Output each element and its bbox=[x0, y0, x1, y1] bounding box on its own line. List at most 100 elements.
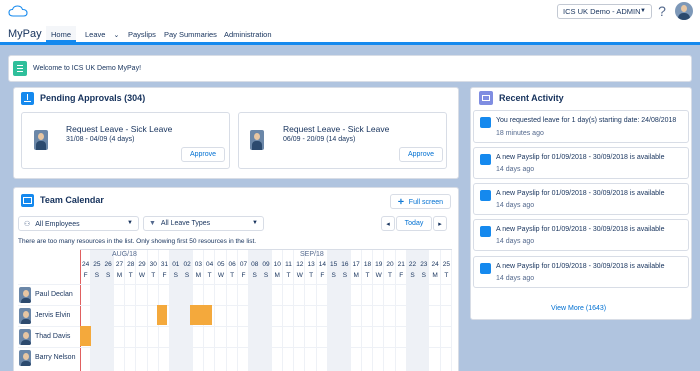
calendar-date: 24 bbox=[82, 261, 90, 268]
employee-avatar bbox=[19, 287, 31, 303]
calendar-weekday: M bbox=[116, 272, 123, 279]
calendar-row: Paul Declan bbox=[18, 284, 452, 305]
activity-time: 14 days ago bbox=[496, 238, 535, 245]
calendar-weekday: M bbox=[195, 272, 202, 279]
approval-title: Request Leave - Sick Leave bbox=[66, 124, 173, 134]
caret-down-icon: ▼ bbox=[127, 220, 133, 226]
activity-text: A new Payslip for 01/09/2018 - 30/09/201… bbox=[496, 226, 665, 233]
help-icon[interactable]: ? bbox=[655, 3, 669, 19]
activity-item[interactable]: A new Payslip for 01/09/2018 - 30/09/201… bbox=[473, 147, 689, 179]
calendar-date: 16 bbox=[341, 261, 349, 268]
fullscreen-button[interactable]: ✛ Full screen bbox=[390, 194, 451, 209]
pending-approvals-title: Pending Approvals (304) bbox=[40, 93, 146, 103]
org-switcher-select[interactable]: ICS UK Demo - ADMIN ▼ bbox=[557, 4, 652, 19]
approval-dates: 06/09 - 20/09 (14 days) bbox=[283, 136, 356, 143]
calendar-date: 04 bbox=[206, 261, 214, 268]
activity-item[interactable]: A new Payslip for 01/09/2018 - 30/09/201… bbox=[473, 219, 689, 251]
leave-block[interactable] bbox=[190, 305, 212, 325]
calendar-weekday: S bbox=[331, 272, 336, 279]
activity-text: A new Payslip for 01/09/2018 - 30/09/201… bbox=[496, 154, 665, 161]
calendar-date: 15 bbox=[330, 261, 338, 268]
calendar-date: 30 bbox=[149, 261, 157, 268]
tab-administration[interactable]: Administration bbox=[219, 26, 277, 42]
calendar-date: 03 bbox=[194, 261, 202, 268]
calendar-date: 14 bbox=[318, 261, 326, 268]
tab-pay-summaries[interactable]: Pay Summaries bbox=[159, 26, 222, 42]
caret-down-icon: ▼ bbox=[640, 8, 646, 14]
calendar-date: 23 bbox=[420, 261, 428, 268]
calendar-weekday: F bbox=[162, 272, 167, 279]
calendar-weekday: W bbox=[375, 272, 382, 279]
org-switcher-label: ICS UK Demo - ADMIN bbox=[563, 7, 641, 16]
calendar-row: Barry Nelson bbox=[18, 347, 452, 368]
calendar-weekday: S bbox=[342, 272, 348, 279]
activity-item[interactable]: A new Payslip for 01/09/2018 - 30/09/201… bbox=[473, 183, 689, 215]
calendar-weekday: S bbox=[105, 272, 111, 279]
employee-filter-label: All Employees bbox=[35, 221, 80, 228]
app-name: MyPay bbox=[8, 28, 42, 40]
calendar-weekday: W bbox=[296, 272, 303, 279]
calendar-weekday: S bbox=[410, 272, 415, 279]
view-more-link[interactable]: View More (1643) bbox=[551, 305, 606, 312]
activity-item[interactable]: You requested leave for 1 day(s) startin… bbox=[473, 110, 689, 143]
calendar-weekday: T bbox=[207, 272, 212, 279]
clipboard-icon bbox=[13, 61, 27, 76]
activity-text: You requested leave for 1 day(s) startin… bbox=[496, 117, 677, 124]
approve-button[interactable]: Approve bbox=[181, 147, 225, 162]
approval-dates: 31/08 - 04/09 (4 days) bbox=[66, 136, 135, 143]
chevron-down-icon: ⌄ bbox=[113, 32, 120, 39]
calendar-date: 25 bbox=[442, 261, 450, 268]
download-icon bbox=[21, 92, 34, 105]
calendar-day-row: FSSMTWTFSSMTWTFSSMTWTFSSMTWTFSSMT bbox=[80, 272, 452, 281]
group-icon: ⚇ bbox=[24, 221, 31, 228]
activity-time: 14 days ago bbox=[496, 275, 535, 282]
calendar-weekday: S bbox=[263, 272, 269, 279]
employee-name: Paul Declan bbox=[35, 291, 73, 298]
tab-home[interactable]: Home bbox=[46, 26, 77, 42]
activity-text: A new Payslip for 01/09/2018 - 30/09/201… bbox=[496, 263, 665, 270]
calendar-date: 06 bbox=[228, 261, 236, 268]
calendar-weekday: S bbox=[184, 272, 190, 279]
calendar-weekday: M bbox=[274, 272, 280, 279]
calendar-date: 17 bbox=[352, 261, 360, 268]
month-label-aug: AUG/18 bbox=[112, 251, 137, 258]
plus-icon: ✛ bbox=[397, 199, 404, 206]
calendar-date: 01 bbox=[172, 261, 180, 268]
calendar-date: 27 bbox=[115, 261, 124, 268]
calendar-date: 19 bbox=[375, 261, 383, 268]
next-button[interactable]: ▸ bbox=[433, 216, 447, 231]
tab-leave[interactable]: Leave ⌄ bbox=[80, 26, 124, 42]
calendar-weekday: F bbox=[320, 272, 325, 279]
calendar-date: 28 bbox=[127, 261, 135, 268]
activity-item[interactable]: A new Payslip for 01/09/2018 - 30/09/201… bbox=[473, 256, 689, 288]
user-avatar[interactable] bbox=[675, 2, 693, 20]
leave-block[interactable] bbox=[157, 305, 167, 325]
calendar-notice: There are too many resources in the list… bbox=[18, 238, 257, 245]
leave-type-filter-select[interactable]: ▼ All Leave Types ▼ bbox=[143, 216, 264, 231]
calendar-date: 31 bbox=[160, 261, 169, 268]
activity-time: 14 days ago bbox=[496, 202, 535, 209]
tab-payslips[interactable]: Payslips bbox=[123, 26, 161, 42]
calendar-weekday: T bbox=[230, 272, 235, 279]
employee-filter-select[interactable]: ⚇ All Employees ▼ bbox=[18, 216, 139, 231]
approve-button[interactable]: Approve bbox=[399, 147, 443, 162]
employee-name: Barry Nelson bbox=[35, 354, 76, 361]
calendar-date: 09 bbox=[262, 261, 270, 268]
today-button[interactable]: Today bbox=[396, 216, 432, 231]
calendar-weekday: W bbox=[217, 272, 224, 279]
employee-avatar bbox=[19, 350, 31, 366]
calendar-date: 12 bbox=[296, 261, 304, 268]
filter-icon: ▼ bbox=[149, 220, 156, 227]
calendar-date: 26 bbox=[104, 261, 112, 268]
prev-button[interactable]: ◂ bbox=[381, 216, 395, 231]
month-label-sep: SEP/18 bbox=[300, 251, 324, 258]
calendar-weekday: W bbox=[138, 272, 146, 279]
tab-leave-label: Leave bbox=[85, 30, 106, 39]
calendar-date: 10 bbox=[273, 261, 281, 268]
calendar-date: 29 bbox=[138, 261, 146, 268]
calendar-date: 07 bbox=[239, 261, 248, 268]
leave-block[interactable] bbox=[80, 326, 91, 346]
leave-type-filter-label: All Leave Types bbox=[160, 220, 211, 227]
activity-time: 14 days ago bbox=[496, 166, 535, 173]
fullscreen-label: Full screen bbox=[408, 199, 444, 206]
